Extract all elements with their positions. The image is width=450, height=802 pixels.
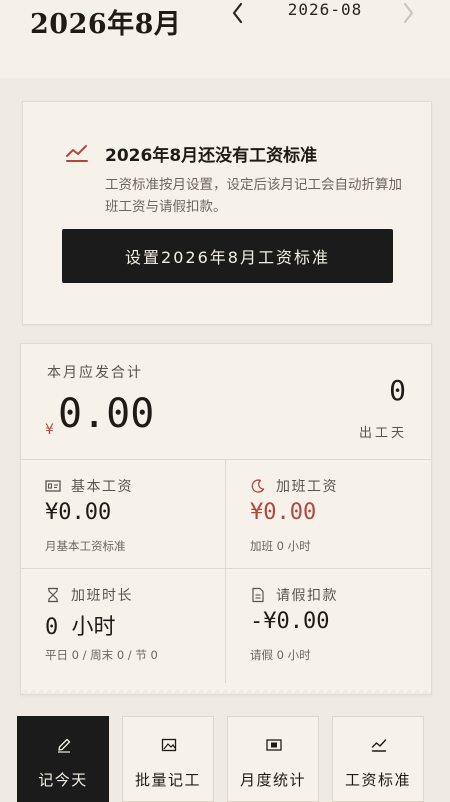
- total-amount: 0.00: [58, 391, 155, 437]
- id-card-icon: [45, 480, 61, 492]
- ticket-icon: [266, 739, 282, 751]
- nav-label: 月度统计: [239, 771, 306, 789]
- notice-title: 2026年8月还没有工资标准: [105, 146, 318, 166]
- overtime-wage-cell: 加班工资 ¥0.00 加班 0 小时: [226, 460, 430, 568]
- page-title: 2026年8月: [30, 9, 182, 40]
- currency-symbol: ¥: [45, 422, 54, 438]
- top-bar: 2026年8月 2026-08: [0, 0, 450, 78]
- overtime-hours-label: 加班时长: [71, 588, 133, 604]
- monthly-summary-card: 本月应发合计 ¥ 0.00 0 出工天 基本工资 ¥0.00 月基本工资标准 加…: [20, 343, 432, 695]
- nav-label: 工资标准: [344, 771, 411, 789]
- leave-deduction-label: 请假扣款: [276, 588, 338, 604]
- nav-wage-standard[interactable]: 工资标准: [332, 716, 424, 802]
- nav-monthly-stats[interactable]: 月度统计: [227, 716, 319, 802]
- nav-label: 记今天: [38, 771, 88, 789]
- overtime-wage-label: 加班工资: [276, 479, 338, 495]
- hourglass-icon: [48, 587, 58, 603]
- bottom-navigation: 记今天 批量记工 月度统计 工资标准: [0, 712, 450, 802]
- nav-batch-record[interactable]: 批量记工: [122, 716, 214, 802]
- previous-month-button[interactable]: [226, 0, 250, 26]
- base-wage-cell: 基本工资 ¥0.00 月基本工资标准: [21, 460, 225, 568]
- base-wage-label: 基本工资: [71, 479, 133, 495]
- work-days-value: 0: [389, 374, 406, 407]
- pencil-icon: [58, 738, 71, 753]
- overtime-hours-value: 0 小时: [45, 615, 116, 640]
- nav-label: 批量记工: [134, 771, 201, 789]
- leave-deduction-cell: 请假扣款 -¥0.00 请假 0 小时: [226, 569, 430, 677]
- chevron-right-icon: [404, 3, 413, 23]
- nav-record-today[interactable]: 记今天: [17, 716, 109, 802]
- leave-deduction-value: -¥0.00: [250, 609, 330, 634]
- base-wage-note: 月基本工资标准: [45, 539, 126, 553]
- set-wage-standard-button[interactable]: 设置2026年8月工资标准: [62, 229, 393, 283]
- overtime-hours-cell: 加班时长 0 小时 平日 0 / 周末 0 / 节 0: [21, 569, 225, 677]
- moon-icon: [251, 479, 265, 493]
- work-days-label: 出工天: [358, 426, 407, 441]
- notice-description: 工资标准按月设置，设定后该月记工会自动折算加班工资与请假扣款。: [105, 177, 402, 215]
- base-wage-value: ¥0.00: [45, 500, 112, 525]
- receipt-edge: [21, 689, 431, 694]
- trend-chart-icon: [371, 739, 387, 752]
- month-label[interactable]: 2026-08: [270, 0, 380, 19]
- next-month-button[interactable]: [396, 0, 420, 26]
- overtime-hours-breakdown: 平日 0 / 周末 0 / 节 0: [45, 648, 158, 662]
- trend-chart-icon: [66, 145, 88, 162]
- wage-standard-notice-card: 2026年8月还没有工资标准 工资标准按月设置，设定后该月记工会自动折算加班工资…: [22, 101, 432, 325]
- overtime-wage-value: ¥0.00: [250, 500, 317, 525]
- document-icon: [252, 587, 264, 603]
- leave-hours-note: 请假 0 小时: [250, 648, 311, 662]
- chevron-left-icon: [232, 2, 243, 24]
- total-label: 本月应发合计: [47, 365, 143, 381]
- overtime-wage-note: 加班 0 小时: [250, 539, 311, 553]
- image-icon: [161, 738, 177, 752]
